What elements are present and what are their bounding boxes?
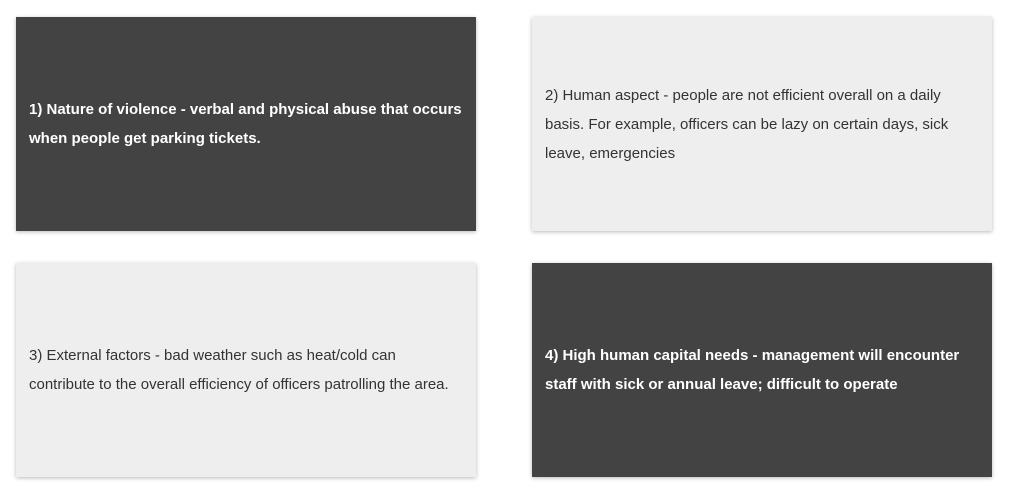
card-text: 1) Nature of violence - verbal and physi…	[29, 101, 462, 147]
card-text: 3) External factors - bad weather such a…	[29, 347, 449, 393]
card-text: 2) Human aspect - people are not efficie…	[545, 86, 949, 162]
card-text: 4) High human capital needs - management…	[545, 347, 960, 393]
card-nature-of-violence: 1) Nature of violence - verbal and physi…	[16, 17, 476, 231]
card-external-factors: 3) External factors - bad weather such a…	[16, 263, 476, 477]
card-human-aspect: 2) Human aspect - people are not efficie…	[532, 17, 992, 231]
card-high-human-capital-needs: 4) High human capital needs - management…	[532, 263, 992, 477]
card-grid: 1) Nature of violence - verbal and physi…	[0, 0, 1013, 493]
